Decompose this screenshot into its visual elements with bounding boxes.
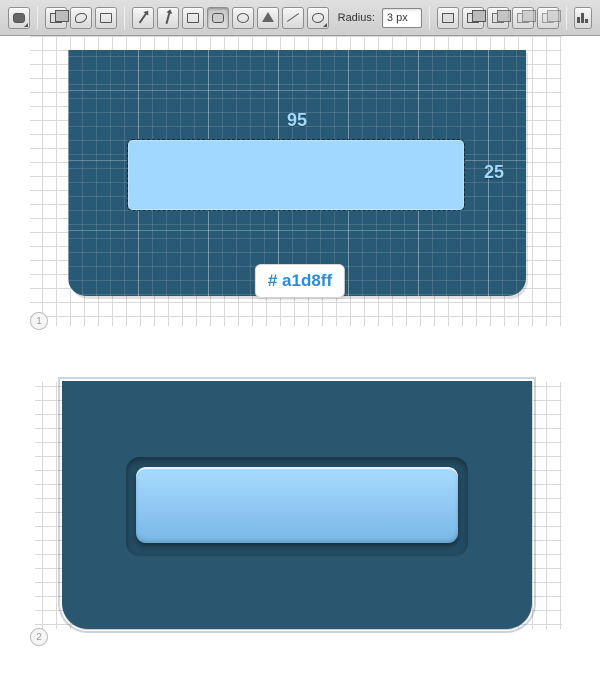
freeform-pen-tool-button[interactable] bbox=[157, 7, 179, 29]
swatch-icon bbox=[13, 13, 25, 23]
path-add-icon bbox=[467, 13, 479, 23]
step-badge-1: 1 bbox=[30, 312, 48, 330]
dropdown-caret-icon bbox=[24, 23, 28, 27]
document-canvas[interactable]: 95 25 # a1d8ff 1 2 bbox=[0, 36, 600, 648]
shape-layers-icon bbox=[50, 13, 62, 23]
line-tool-button[interactable] bbox=[282, 7, 304, 29]
dropdown-caret-icon bbox=[323, 23, 327, 27]
ellipse-tool-button[interactable] bbox=[232, 7, 254, 29]
path-op-subtract-button[interactable] bbox=[487, 7, 509, 29]
pen-icon bbox=[139, 12, 148, 23]
radius-input[interactable] bbox=[382, 8, 422, 28]
rendered-panel bbox=[62, 381, 532, 629]
separator bbox=[124, 6, 125, 30]
rendered-button-shape bbox=[136, 467, 458, 543]
dimension-height-label: 25 bbox=[484, 162, 504, 183]
white-mask bbox=[0, 36, 30, 331]
shape-layers-mode-button[interactable] bbox=[45, 7, 67, 29]
polygon-icon bbox=[262, 12, 274, 22]
white-mask bbox=[0, 332, 600, 380]
path-exclude-icon bbox=[542, 13, 554, 23]
path-op-new-button[interactable] bbox=[437, 7, 459, 29]
paths-mode-button[interactable] bbox=[70, 7, 92, 29]
options-bar: Radius: bbox=[0, 0, 600, 36]
ellipse-icon bbox=[237, 13, 249, 23]
rounded-rect-shape[interactable] bbox=[128, 140, 464, 210]
color-hex-chip: # a1d8ff bbox=[255, 264, 345, 298]
separator bbox=[429, 6, 430, 30]
rectangle-icon bbox=[187, 13, 199, 23]
pen-tool-button[interactable] bbox=[132, 7, 154, 29]
fill-pixels-mode-button[interactable] bbox=[95, 7, 117, 29]
path-op-intersect-button[interactable] bbox=[512, 7, 534, 29]
paths-icon bbox=[75, 13, 87, 23]
foreground-swatch-button[interactable] bbox=[8, 7, 30, 29]
rectangle-tool-button[interactable] bbox=[182, 7, 204, 29]
align-icon bbox=[577, 13, 589, 23]
rounded-rectangle-icon bbox=[212, 13, 224, 23]
path-intersect-icon bbox=[517, 13, 529, 23]
freeform-pen-icon bbox=[165, 11, 170, 23]
custom-shape-tool-button[interactable] bbox=[307, 7, 329, 29]
line-icon bbox=[287, 13, 299, 22]
custom-shape-icon bbox=[312, 13, 324, 23]
rounded-rectangle-tool-button[interactable] bbox=[207, 7, 229, 29]
white-mask bbox=[0, 296, 26, 336]
path-op-add-button[interactable] bbox=[462, 7, 484, 29]
fill-pixels-icon bbox=[100, 13, 112, 23]
button-well bbox=[126, 457, 468, 557]
radius-label: Radius: bbox=[338, 12, 375, 24]
white-mask bbox=[0, 629, 600, 689]
separator bbox=[566, 6, 567, 30]
path-new-icon bbox=[442, 13, 454, 23]
polygon-tool-button[interactable] bbox=[257, 7, 279, 29]
step-badge-2: 2 bbox=[30, 628, 48, 646]
path-op-exclude-button[interactable] bbox=[537, 7, 559, 29]
white-mask bbox=[0, 366, 35, 666]
dimension-width-label: 95 bbox=[287, 110, 307, 131]
align-button[interactable] bbox=[574, 7, 592, 29]
blueprint-panel: 95 25 bbox=[68, 50, 526, 296]
path-subtract-icon bbox=[492, 13, 504, 23]
separator bbox=[37, 6, 38, 30]
